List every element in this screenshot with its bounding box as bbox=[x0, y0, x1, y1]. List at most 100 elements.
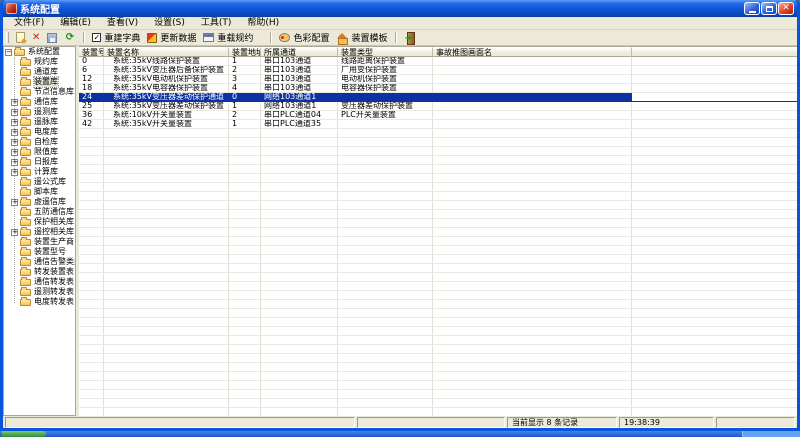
taskbar[interactable] bbox=[0, 431, 800, 437]
table-row[interactable]: 18 系统:35kV电容器保护装置 4 串口103通道 电容器保护装置 bbox=[79, 84, 797, 93]
tree-root[interactable]: − 系统配置 bbox=[4, 47, 75, 57]
tree-item-18[interactable]: +装置生产商 bbox=[4, 236, 75, 247]
refresh-button[interactable]: ⟳ bbox=[61, 31, 78, 45]
tree-item-24[interactable]: +电度转发表 bbox=[4, 296, 75, 307]
column-header-4[interactable]: 装置类型 bbox=[338, 47, 433, 57]
update-data-button[interactable]: 更新数据 bbox=[144, 31, 199, 45]
tree-item-19[interactable]: +装置型号 bbox=[4, 246, 75, 257]
expand-icon[interactable]: + bbox=[11, 118, 18, 126]
system-tray[interactable] bbox=[742, 431, 800, 437]
delete-button[interactable]: ✕ bbox=[29, 31, 43, 45]
expand-icon[interactable]: + bbox=[11, 168, 18, 176]
empty-cell bbox=[433, 237, 632, 246]
grid-header: 装置号 装置名称 装置地址 所属通道 装置类型 事故推图画面名 bbox=[79, 47, 797, 57]
menu-help[interactable]: 帮助(H) bbox=[239, 17, 287, 30]
empty-cell bbox=[338, 354, 433, 363]
empty-row bbox=[79, 255, 797, 264]
menu-file[interactable]: 文件(F) bbox=[6, 17, 52, 30]
tree-item-17[interactable]: + 遥控相关库 bbox=[4, 226, 75, 237]
expand-icon[interactable]: + bbox=[11, 198, 18, 206]
tree-item-23[interactable]: +遥测转发表 bbox=[4, 286, 75, 297]
tree-item-5[interactable]: + 遥测库 bbox=[4, 106, 75, 117]
column-header-0[interactable]: 装置号 bbox=[79, 47, 104, 57]
column-header-3[interactable]: 所属通道 bbox=[261, 47, 338, 57]
expand-icon[interactable]: + bbox=[11, 128, 18, 136]
tree-item-15[interactable]: +五防通信库 bbox=[4, 206, 75, 217]
tree-item-21[interactable]: +转发装置表 bbox=[4, 266, 75, 277]
empty-cell bbox=[433, 309, 632, 318]
table-cell-filler bbox=[632, 120, 797, 129]
table-row[interactable]: 25 系统:35kV变压器差动保护装置 1 网络103通道1 变压器差动保护装置 bbox=[79, 102, 797, 111]
empty-cell bbox=[79, 165, 104, 174]
tree-item-16[interactable]: +保护相关库 bbox=[4, 216, 75, 227]
exit-button[interactable] bbox=[401, 31, 419, 45]
table-cell: PLC开关量装置 bbox=[338, 111, 433, 120]
tree-item-12[interactable]: +遥公式库 bbox=[4, 176, 75, 187]
save-button[interactable] bbox=[44, 31, 60, 45]
column-header-5[interactable]: 事故推图画面名 bbox=[433, 47, 632, 57]
table-cell-filler bbox=[632, 354, 797, 363]
device-template-button[interactable]: 装置模板 bbox=[333, 31, 390, 45]
menu-settings[interactable]: 设置(S) bbox=[146, 17, 193, 30]
folder-icon bbox=[14, 47, 25, 56]
tree-item-7[interactable]: + 电度库 bbox=[4, 126, 75, 137]
tree-item-1[interactable]: +通道库 bbox=[4, 66, 75, 77]
table-cell: 系统:10kV开关量装置 bbox=[104, 111, 229, 120]
expand-icon[interactable]: + bbox=[11, 138, 18, 146]
empty-cell bbox=[261, 255, 338, 264]
menu-edit[interactable]: 编辑(E) bbox=[52, 17, 99, 30]
tree-item-0[interactable]: +规约库 bbox=[4, 56, 75, 67]
expand-icon[interactable]: + bbox=[11, 98, 18, 106]
tree-item-20[interactable]: +通信告警类型 bbox=[4, 256, 75, 267]
tree-item-11[interactable]: + 计算库 bbox=[4, 166, 75, 177]
tree-item-8[interactable]: + 自检库 bbox=[4, 136, 75, 147]
close-button[interactable]: ✕ bbox=[778, 2, 794, 15]
tree-item-3[interactable]: +节点信息库 bbox=[4, 86, 75, 97]
column-header-1[interactable]: 装置名称 bbox=[104, 47, 229, 57]
minimize-button[interactable] bbox=[744, 2, 760, 15]
start-button[interactable] bbox=[2, 431, 46, 437]
table-cell-filler bbox=[632, 147, 797, 156]
tree-item-22[interactable]: +通信转发表 bbox=[4, 276, 75, 287]
empty-cell bbox=[229, 327, 261, 336]
menu-tools[interactable]: 工具(T) bbox=[193, 17, 240, 30]
empty-cell bbox=[261, 318, 338, 327]
expand-icon[interactable]: + bbox=[11, 148, 18, 156]
empty-cell bbox=[104, 390, 229, 399]
restore-button[interactable] bbox=[761, 2, 777, 15]
title-bar[interactable]: 系统配置 ✕ bbox=[3, 0, 797, 17]
collapse-icon[interactable]: − bbox=[5, 48, 12, 56]
empty-cell bbox=[79, 228, 104, 237]
new-button[interactable] bbox=[13, 31, 28, 45]
expand-icon[interactable]: + bbox=[11, 228, 18, 236]
table-row[interactable]: 6 系统:35kV变压器后备保护装置 2 串口103通道 厂用变保护装置 bbox=[79, 66, 797, 75]
table-row[interactable]: 0 系统:35kV线路保护装置 1 串口103通道 线路距离保护装置 bbox=[79, 57, 797, 66]
tree-item-10[interactable]: + 日报库 bbox=[4, 156, 75, 167]
table-row[interactable]: 12 系统:35kV电动机保护装置 3 串口103通道 电动机保护装置 bbox=[79, 75, 797, 84]
tree-item-6[interactable]: + 遥脉库 bbox=[4, 116, 75, 127]
rebuild-dictionary-button[interactable]: ✓ 重建字典 bbox=[89, 31, 143, 45]
empty-cell bbox=[104, 147, 229, 156]
tree-item-13[interactable]: +脚本库 bbox=[4, 186, 75, 197]
table-row[interactable]: 24 系统:35kV变压器差动保护通道 0 网络103通道1 bbox=[79, 93, 797, 102]
expand-icon[interactable]: + bbox=[11, 108, 18, 116]
tree-item-14[interactable]: + 虚遥信库 bbox=[4, 196, 75, 207]
expand-icon[interactable]: + bbox=[11, 158, 18, 166]
table-cell: 1 bbox=[229, 120, 261, 129]
empty-cell bbox=[104, 363, 229, 372]
table-row[interactable]: 42 系统:35kV开关量装置 1 串口PLC通道35 bbox=[79, 120, 797, 129]
table-cell: 系统:35kV变压器后备保护装置 bbox=[104, 66, 229, 75]
toolbar-handle[interactable] bbox=[6, 32, 9, 43]
menu-view[interactable]: 查看(V) bbox=[99, 17, 146, 30]
empty-cell bbox=[261, 201, 338, 210]
empty-row bbox=[79, 201, 797, 210]
table-row[interactable]: 36 系统:10kV开关量装置 2 串口PLC通道04 PLC开关量装置 bbox=[79, 111, 797, 120]
tree-item-2[interactable]: +装置库 bbox=[4, 76, 75, 88]
color-config-button[interactable]: 色彩配置 bbox=[276, 31, 332, 45]
tree-item-4[interactable]: + 通信库 bbox=[4, 96, 75, 107]
tree-item-9[interactable]: + 限值库 bbox=[4, 146, 75, 157]
empty-cell bbox=[79, 174, 104, 183]
reload-protocol-button[interactable]: 重载规约 bbox=[200, 31, 256, 45]
column-header-2[interactable]: 装置地址 bbox=[229, 47, 261, 57]
table-cell: 系统:35kV电动机保护装置 bbox=[104, 75, 229, 84]
